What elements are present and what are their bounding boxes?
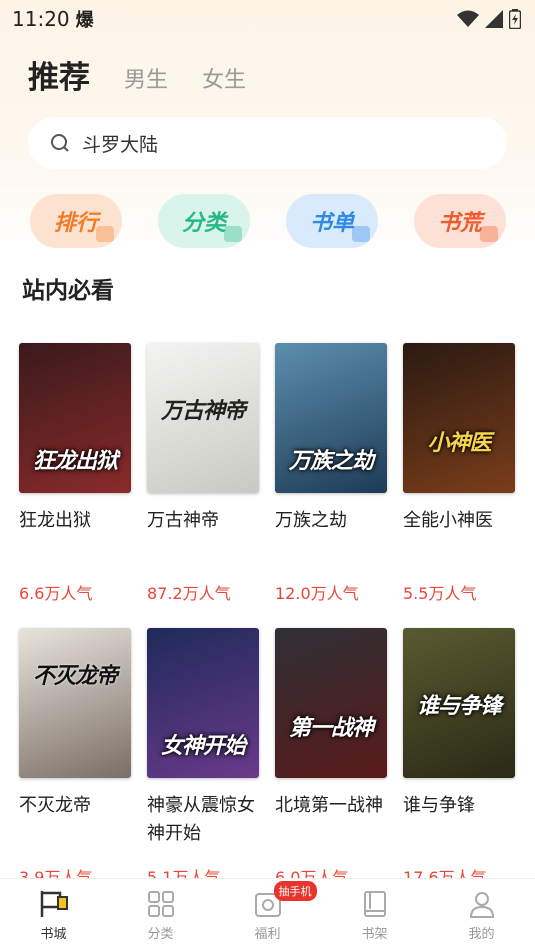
category-button[interactable]: 分类 [158, 194, 250, 248]
book-icon [363, 891, 386, 917]
nav-label: 分类 [147, 927, 174, 942]
book-card[interactable]: 女神开始 神豪从震惊女神开始 5.1万人气 [147, 628, 261, 887]
battery-icon [509, 9, 521, 29]
book-cover[interactable]: 万族之劫 [275, 343, 387, 493]
nav-profile[interactable]: 我的 [442, 879, 522, 942]
cover-title: 小神医 [427, 431, 491, 456]
bottom-nav: 书城 分类 抽手机 福利 书架 我的 [0, 878, 535, 951]
cover-title: 第一战神 [288, 716, 374, 741]
signal-icon [485, 10, 503, 28]
search-icon [51, 134, 69, 152]
user-icon [469, 892, 494, 918]
book-title[interactable]: 全能小神医 [403, 507, 521, 535]
category-icon [224, 226, 242, 242]
nav-label: 书城 [40, 927, 67, 942]
book-cover[interactable]: 小神医 [403, 343, 515, 493]
nav-category[interactable]: 分类 [121, 879, 201, 942]
book-card[interactable]: 万族之劫 万族之劫 12.0万人气 [275, 343, 389, 603]
quick-links: 排行 分类 书单 书荒 [30, 194, 506, 250]
ranking-button[interactable]: 排行 [30, 194, 122, 248]
wifi-icon [457, 10, 479, 27]
book-popularity: 6.6万人气 [19, 584, 93, 603]
book-card[interactable]: 不灭龙帝 不灭龙帝 3.9万人气 [19, 628, 133, 887]
top-tabs: 推荐 男生 女生 [28, 52, 246, 97]
nav-bookstore[interactable]: 书城 [14, 879, 94, 942]
book-cover[interactable]: 第一战神 [275, 628, 387, 778]
grid-icon [147, 891, 174, 917]
ranking-label: 排行 [53, 211, 98, 236]
search-input[interactable]: 斗罗大陆 [82, 130, 158, 157]
book-title[interactable]: 谁与争锋 [403, 792, 521, 820]
book-famine-button[interactable]: 书荒 [414, 194, 506, 248]
lottery-badge: 抽手机 [273, 881, 317, 901]
book-popularity: 5.5万人气 [403, 584, 477, 603]
cover-title: 狂龙出狱 [32, 449, 118, 474]
book-cover[interactable]: 万古神帝 [147, 343, 259, 493]
cover-title: 不灭龙帝 [32, 664, 118, 689]
cover-title: 女神开始 [160, 734, 246, 759]
cover-title: 万古神帝 [160, 399, 246, 424]
book-cover[interactable]: 不灭龙帝 [19, 628, 131, 778]
cover-title: 谁与争锋 [416, 694, 502, 719]
book-cover[interactable]: 谁与争锋 [403, 628, 515, 778]
notification-icon: 爆 [75, 10, 94, 31]
clock: 11:20 [12, 7, 70, 31]
ranking-icon [96, 226, 114, 242]
book-popularity: 87.2万人气 [147, 584, 231, 603]
book-title[interactable]: 北境第一战神 [275, 792, 393, 820]
search-bar[interactable]: 斗罗大陆 [28, 117, 507, 169]
section-title: 站内必看 [22, 278, 114, 304]
flag-icon [40, 891, 68, 917]
book-title[interactable]: 万族之劫 [275, 507, 393, 535]
tab-male[interactable]: 男生 [124, 62, 168, 97]
status-bar: 11:20 爆 [0, 0, 535, 38]
tab-female[interactable]: 女生 [202, 62, 246, 97]
nav-label: 我的 [468, 927, 495, 942]
nav-label: 书架 [361, 927, 388, 942]
nav-welfare[interactable]: 抽手机 福利 [228, 879, 317, 942]
booklist-label: 书单 [309, 211, 354, 236]
book-card[interactable]: 万古神帝 万古神帝 87.2万人气 [147, 343, 261, 603]
book-card[interactable]: 小神医 全能小神医 5.5万人气 [403, 343, 517, 603]
cover-title: 万族之劫 [288, 449, 374, 474]
book-title[interactable]: 狂龙出狱 [19, 507, 137, 535]
category-label: 分类 [181, 211, 226, 236]
book-title[interactable]: 万古神帝 [147, 507, 265, 535]
book-famine-icon [480, 226, 498, 242]
book-cover[interactable]: 女神开始 [147, 628, 259, 778]
tab-recommend[interactable]: 推荐 [28, 52, 90, 97]
book-cover[interactable]: 狂龙出狱 [19, 343, 131, 493]
nav-label: 福利 [254, 927, 281, 942]
booklist-icon [352, 226, 370, 242]
booklist-button[interactable]: 书单 [286, 194, 378, 248]
book-title[interactable]: 不灭龙帝 [19, 792, 137, 820]
book-card[interactable]: 第一战神 北境第一战神 6.0万人气 [275, 628, 389, 887]
book-card[interactable]: 谁与争锋 谁与争锋 17.6万人气 [403, 628, 517, 887]
book-card[interactable]: 狂龙出狱 狂龙出狱 6.6万人气 [19, 343, 133, 603]
book-famine-label: 书荒 [437, 211, 482, 236]
book-popularity: 12.0万人气 [275, 584, 359, 603]
book-title[interactable]: 神豪从震惊女神开始 [147, 792, 265, 848]
nav-bookshelf[interactable]: 书架 [335, 879, 415, 942]
